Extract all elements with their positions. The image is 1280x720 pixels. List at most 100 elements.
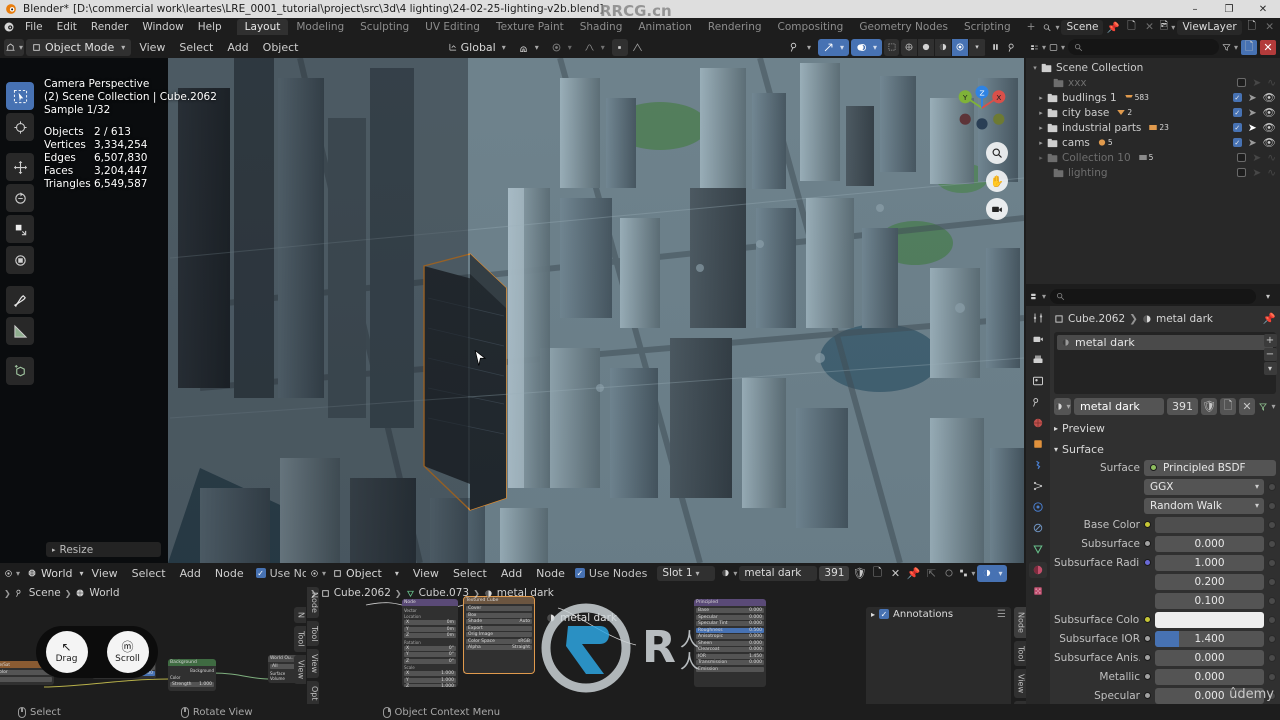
viewport-menu-select[interactable]: Select (173, 41, 219, 54)
node-row[interactable]: X 0m (404, 620, 456, 625)
subsurface-anisotropy-field[interactable]: 0.000 (1155, 649, 1264, 666)
subsurface-ior-field[interactable]: 1.400 (1155, 630, 1264, 647)
navigation-gizmo[interactable]: Y Z X (954, 80, 1010, 136)
cursor-select-icon[interactable]: ➤ (1252, 77, 1261, 89)
material-slot-list[interactable]: metal dark + − ▾ (1054, 332, 1277, 394)
overlay-toggle-icon[interactable] (941, 566, 957, 581)
move-tool[interactable] (6, 153, 34, 181)
scene-browse-icon[interactable] (1043, 20, 1059, 35)
node-row[interactable]: Z 0m (404, 633, 456, 638)
subsurface-radius-x-field[interactable]: 1.000 (1155, 554, 1264, 571)
pin-scene-icon[interactable]: 📌 (1105, 20, 1121, 35)
outliner-delete-icon[interactable]: ✕ (1260, 39, 1276, 55)
world-menu-view[interactable]: View (86, 567, 124, 580)
world-shader-type-selector[interactable]: World (22, 565, 78, 582)
shader-material-name-field[interactable]: metal dark (739, 565, 818, 581)
shading-rendered-button[interactable] (952, 38, 969, 56)
exclude-checkbox[interactable]: ✓ (1232, 93, 1242, 102)
operator-redo-panel[interactable]: ▸ Resize (46, 542, 161, 557)
node-row[interactable]: Clearcoat 0.000 (696, 647, 764, 652)
shader-breadcrumb-object[interactable]: Cube.2062 (334, 587, 391, 599)
new-viewlayer-icon[interactable]: 🗋 (1244, 20, 1260, 35)
workspace-tab-uv-editing[interactable]: UV Editing (417, 19, 488, 35)
shading-wireframe-button[interactable] (901, 38, 918, 56)
animate-property-dot[interactable] (1268, 539, 1276, 548)
node-background[interactable]: Background Background Color Strength 1.0… (168, 659, 216, 691)
node-row[interactable]: Anisotropic 0.000 (696, 634, 764, 639)
shading-solid-button[interactable] (918, 38, 935, 56)
material-slot-selector[interactable]: Slot 1 (657, 565, 716, 581)
world-sidetab-view[interactable]: View (293, 654, 306, 684)
scene-name-field[interactable]: Scene (1061, 19, 1104, 35)
viewport-menu-view[interactable]: View (133, 41, 171, 54)
material-slot-item[interactable]: metal dark (1057, 335, 1273, 350)
editor-type-icon[interactable] (4, 38, 24, 56)
hide-in-viewport-icon[interactable]: ∿ (1267, 167, 1276, 179)
remove-material-slot-button[interactable]: − (1263, 348, 1277, 361)
workspace-tab-compositing[interactable]: Compositing (770, 19, 852, 35)
tab-particles[interactable] (1029, 478, 1047, 494)
world-left-tab-tool[interactable]: Tool (307, 620, 319, 647)
node-row[interactable]: Y 1.000 (404, 677, 456, 683)
tab-tool[interactable] (1029, 310, 1047, 326)
duplicate-material-icon[interactable]: 🗋 (869, 566, 885, 581)
node-row[interactable]: Orig Image (466, 632, 532, 637)
workspace-tab-shading[interactable]: Shading (572, 19, 631, 35)
node-input-strength[interactable]: Strength 1.000 (170, 682, 214, 687)
node-row-selected[interactable]: Roughness 0.500 (696, 627, 764, 633)
world-use-nodes-checkbox[interactable]: ✓ Use Nodes (255, 567, 306, 580)
exclude-checkbox[interactable] (1237, 153, 1247, 162)
cursor-tool[interactable] (6, 113, 34, 141)
animate-property-dot[interactable] (1268, 653, 1276, 662)
subsurface-radius-y-field[interactable]: 0.200 (1155, 573, 1264, 590)
node-row[interactable]: Shade Auto (466, 619, 532, 624)
hide-in-viewport-icon[interactable]: ∿ (1267, 152, 1276, 164)
checkbox-checked-icon[interactable]: ✓ (879, 609, 890, 619)
maximize-button[interactable]: ❐ (1212, 0, 1246, 18)
exclude-checkbox[interactable]: ✓ (1232, 123, 1242, 132)
hide-in-viewport-icon[interactable]: 👁 (1263, 106, 1276, 119)
node-output-background[interactable]: Background (170, 668, 214, 673)
cursor-select-icon[interactable]: ➤ (1248, 137, 1257, 149)
snap-magnet-icon[interactable] (513, 39, 544, 56)
world-editor-type-icon[interactable] (4, 566, 20, 581)
metallic-field[interactable]: 0.000 (1155, 668, 1264, 685)
animate-property-dot[interactable] (1268, 672, 1276, 681)
shader-menu-select[interactable]: Select (447, 567, 493, 580)
workspace-tab-animation[interactable]: Animation (630, 19, 700, 35)
shader-type-chevron-icon[interactable]: ▾ (389, 566, 405, 581)
exclude-checkbox[interactable] (1237, 78, 1247, 87)
disclosure-icon[interactable]: ▾ (1030, 64, 1040, 72)
shading-preview-toggle[interactable] (977, 564, 1008, 582)
workspace-tab-geometry-nodes[interactable]: Geometry Nodes (851, 19, 956, 35)
properties-options-chevron-icon[interactable]: ▾ (1260, 289, 1276, 304)
node-row[interactable]: Emission (696, 666, 764, 672)
menu-window[interactable]: Window (135, 19, 190, 35)
workspace-tab-texture-paint[interactable]: Texture Paint (488, 19, 572, 35)
material-specials-icon[interactable] (1258, 399, 1276, 414)
disclosure-icon[interactable]: ▸ (1036, 124, 1046, 132)
interaction-mode-selector[interactable]: Object Mode (26, 38, 132, 56)
shader-menu-add[interactable]: Add (495, 567, 528, 580)
node-row[interactable]: Z 1.000 (404, 684, 456, 687)
node-object-transform[interactable]: Node Vector Location X 0m Y 0m Z 0m Rotatio… (402, 599, 458, 687)
unlink-material-icon[interactable]: ✕ (1239, 398, 1255, 415)
falloff-curve-icon[interactable] (630, 39, 646, 56)
world-menu-node[interactable]: Node (209, 567, 250, 580)
transform-tool[interactable] (6, 246, 34, 274)
tab-object-data[interactable] (1029, 541, 1047, 557)
shader-breadcrumb-material[interactable]: metal dark (497, 587, 554, 599)
hide-in-viewport-icon[interactable]: 👁 (1263, 91, 1276, 104)
render-preview-icon[interactable] (1004, 39, 1020, 56)
workspace-tab-layout[interactable]: Layout (236, 19, 289, 35)
disclosure-icon[interactable]: ▸ (1036, 109, 1046, 117)
disclosure-icon[interactable]: ▸ (1036, 139, 1046, 147)
viewport-menu-object[interactable]: Object (257, 41, 305, 54)
animate-property-dot[interactable] (1268, 634, 1276, 643)
tab-physics[interactable] (1029, 499, 1047, 515)
unlink-material-icon[interactable]: ✕ (887, 566, 903, 581)
subsurface-method-dropdown[interactable]: Random Walk ▾ (1144, 497, 1264, 514)
world-sidetab-n[interactable]: N (293, 607, 306, 623)
xray-toggle[interactable] (884, 38, 899, 56)
node-row[interactable]: Y 0° (404, 652, 456, 657)
